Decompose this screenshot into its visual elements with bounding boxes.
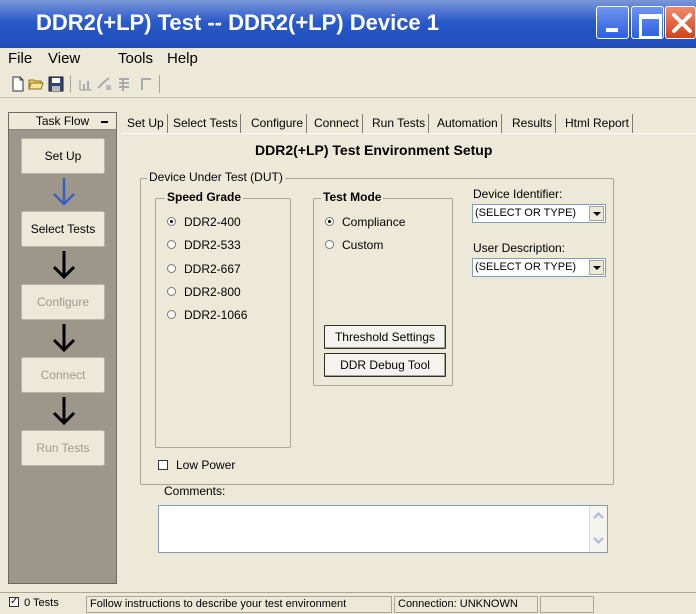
status-message: Follow instructions to describe your tes… [86,596,392,613]
scroll-down-icon[interactable] [593,536,604,544]
low-power-label: Low Power [176,458,236,472]
new-file-icon[interactable] [10,76,26,92]
step-select-tests[interactable]: Select Tests [21,211,105,247]
ddr-debug-tool-button[interactable]: DDR Debug Tool [324,353,446,377]
menu-bar: File View Tools Help [0,48,696,70]
checkbox-icon [158,459,168,470]
close-icon [672,13,692,33]
speed-ddr2-667[interactable]: DDR2-667 [167,262,241,276]
menu-view[interactable]: View [48,50,80,67]
tab-results[interactable]: Results [509,114,557,134]
tests-count: 0 Tests [6,594,84,613]
toolbar-separator [159,75,160,93]
task-flow-header: Task Flow [9,113,116,130]
tab-configure[interactable]: Configure [248,114,308,134]
scroll-up-icon[interactable] [593,512,604,520]
radio-icon [167,240,176,250]
step-run-tests[interactable]: Run Tests [21,430,105,466]
menu-help[interactable]: Help [167,50,198,67]
device-identifier-combo[interactable]: (SELECT OR TYPE) [472,204,606,223]
arrow-down-icon [53,178,75,206]
toolbar [0,70,696,98]
status-panel-empty [540,596,594,613]
comments-scrollbar[interactable] [589,506,607,552]
chart-icon[interactable] [78,76,94,92]
radio-icon [167,264,176,274]
radio-label: DDR2-1066 [184,308,248,322]
close-button[interactable] [665,6,696,39]
comments-field[interactable] [158,505,608,553]
radio-label: DDR2-533 [184,238,241,252]
dropdown-icon[interactable] [589,260,604,275]
radio-icon [325,240,334,250]
open-folder-icon[interactable] [28,76,44,92]
device-identifier-label: Device Identifier: [473,187,563,201]
window-title: DDR2(+LP) Test -- DDR2(+LP) Device 1 [36,10,440,35]
collapse-icon[interactable] [101,121,108,123]
dropdown-icon[interactable] [589,206,604,221]
test-mode-label: Test Mode [321,190,384,204]
radio-icon [167,287,176,297]
stop-icon[interactable] [138,76,154,92]
dut-group-label: Device Under Test (DUT) [147,170,285,184]
speed-ddr2-800[interactable]: DDR2-800 [167,285,241,299]
speed-ddr2-400[interactable]: DDR2-400 [167,215,241,229]
step-connect[interactable]: Connect [21,357,105,393]
tab-html-report[interactable]: Html Report [562,114,634,134]
speed-grade-label: Speed Grade [165,190,244,204]
tab-run-tests[interactable]: Run Tests [369,114,430,134]
task-flow-panel: Task Flow Set Up Select Tests Configure … [8,112,117,584]
tab-automation[interactable]: Automation [434,114,502,134]
radio-selected-icon [167,217,176,227]
check-icon [9,594,19,609]
run-icon[interactable] [96,76,112,92]
arrow-down-icon [52,324,76,353]
radio-label: Custom [342,238,384,252]
tab-strip: Set Up Select Tests Configure Connect Ru… [122,112,696,134]
menu-file[interactable]: File [8,50,32,67]
tab-connect[interactable]: Connect [311,114,363,134]
status-bar: 0 Tests Follow instructions to describe … [0,592,696,614]
arrow-down-icon [52,251,76,280]
speed-ddr2-1066[interactable]: DDR2-1066 [167,308,247,322]
mode-compliance[interactable]: Compliance [325,215,405,229]
combo-value: (SELECT OR TYPE) [475,261,577,273]
speed-ddr2-533[interactable]: DDR2-533 [167,238,241,252]
page-title: DDR2(+LP) Test Environment Setup [255,142,493,158]
radio-selected-icon [325,217,334,227]
radio-label: Compliance [342,215,406,229]
low-power-checkbox[interactable]: Low Power [158,458,235,472]
list-icon[interactable] [116,76,132,92]
comments-label: Comments: [164,484,226,498]
radio-label: DDR2-800 [184,285,241,299]
connection-status: Connection: UNKNOWN [394,596,538,613]
radio-icon [167,310,176,320]
toolbar-separator [70,75,71,93]
save-icon[interactable] [48,76,64,92]
arrow-down-icon [52,397,76,426]
speed-grade-group [155,198,291,448]
tests-count-label: 0 Tests [24,597,59,609]
maximize-button[interactable] [631,6,664,39]
minimize-button[interactable] [596,6,629,39]
user-description-label: User Description: [473,241,566,255]
tab-set-up[interactable]: Set Up [124,114,168,134]
step-configure[interactable]: Configure [21,284,105,320]
menu-tools[interactable]: Tools [118,50,153,67]
user-description-combo[interactable]: (SELECT OR TYPE) [472,258,606,277]
task-flow-title: Task Flow [35,114,90,128]
title-bar: DDR2(+LP) Test -- DDR2(+LP) Device 1 [0,0,696,48]
combo-value: (SELECT OR TYPE) [475,207,577,219]
radio-label: DDR2-400 [184,215,241,229]
step-set-up[interactable]: Set Up [21,138,105,174]
mode-custom[interactable]: Custom [325,238,383,252]
tab-select-tests[interactable]: Select Tests [170,114,242,134]
threshold-settings-button[interactable]: Threshold Settings [324,325,446,349]
radio-label: DDR2-667 [184,262,241,276]
